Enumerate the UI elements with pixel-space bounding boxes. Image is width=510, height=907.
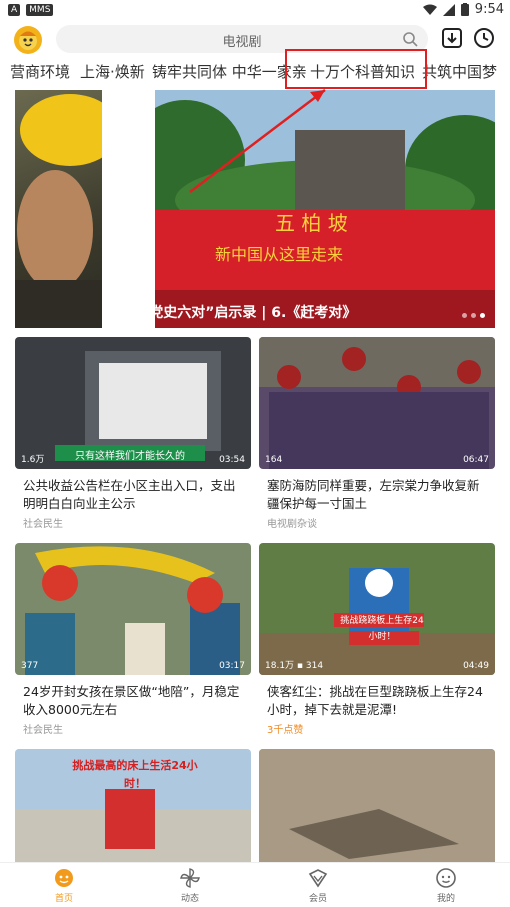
video-card[interactable]: 只有这样我们才能长久的 1.6万 03:54 公共收益公告栏在小区主出入口，支出… — [15, 337, 251, 533]
notification-badge: MMS — [26, 4, 54, 16]
nav-home[interactable]: 首页 — [34, 867, 94, 904]
nav-feed[interactable]: 动态 — [160, 867, 220, 904]
tab-china-dream[interactable]: 共筑中国梦 — [422, 61, 497, 82]
tab-shanghai[interactable]: 上海·焕新 — [80, 61, 145, 82]
video-title[interactable]: 侠客红尘：挑战在巨型跷跷板上生存24小时，掉下去就是泥潭! — [267, 683, 489, 719]
tab-business-environment[interactable]: 营商环境 — [10, 61, 70, 82]
video-thumbnail[interactable]: 挑战最高的床上生活24小时！ — [15, 749, 251, 862]
video-duration: 04:49 — [463, 661, 489, 671]
annotation-arrow — [189, 89, 326, 193]
video-category: 社会民生 — [23, 725, 63, 736]
notification-badge: A — [8, 4, 21, 16]
wifi-icon — [422, 4, 437, 15]
video-duration: 03:17 — [219, 661, 245, 671]
video-category: 电视剧杂谈 — [267, 519, 317, 530]
video-card[interactable]: 377 03:17 24岁开封女孩在景区做“地陪”，月稳定收入8000元左右 社… — [15, 543, 251, 739]
video-title[interactable]: 塞防海防同样重要，左宗棠力争收复新疆保护每一寸国土 — [267, 477, 489, 513]
svg-text:五 柏 坡: 五 柏 坡 — [275, 211, 348, 235]
thumbnail-image — [259, 337, 495, 469]
carousel-dot — [462, 313, 467, 318]
video-card[interactable] — [259, 749, 495, 862]
signal-icon — [442, 3, 455, 16]
video-subtitle: 挑战跷跷板上生存24小时！ — [340, 616, 424, 642]
like-count: 3千点赞 — [267, 725, 304, 736]
banner-caption: “党史六对”启示录 | 6.《赶考对》 — [140, 305, 357, 321]
play-count: 377 — [21, 661, 39, 671]
history-icon[interactable] — [472, 26, 496, 50]
tab-community[interactable]: 铸牢共同体 中华一家亲 — [152, 61, 307, 82]
avatar[interactable] — [14, 26, 42, 54]
svg-text:新中国从这里走来: 新中国从这里走来 — [215, 245, 343, 264]
thumbnail-image — [259, 749, 495, 862]
play-count-value: 18.1万 — [265, 661, 295, 671]
video-title[interactable]: 公共收益公告栏在小区主出入口，支出明明白白向业主公示 — [23, 477, 245, 513]
video-thumbnail[interactable]: 挑战跷跷板上生存24小时！ 18.1万 ▪ 314 04:49 — [259, 543, 495, 675]
video-card[interactable]: 挑战跷跷板上生存24小时！ 18.1万 ▪ 314 04:49 侠客红尘：挑战在… — [259, 543, 495, 739]
clock: 9:54 — [474, 2, 504, 17]
video-thumbnail[interactable]: 只有这样我们才能长久的 1.6万 03:54 — [15, 337, 251, 469]
video-subtitle: 挑战最高的床上生活24小时！ — [72, 759, 198, 790]
search-placeholder: 电视剧 — [222, 35, 262, 50]
video-duration: 03:54 — [219, 455, 245, 465]
play-count: 164 — [265, 455, 283, 465]
download-icon[interactable] — [440, 26, 464, 50]
carousel-dot — [480, 313, 485, 318]
home-face-icon — [55, 869, 73, 887]
comment-count: 314 — [305, 661, 324, 671]
video-category: 社会民生 — [23, 519, 63, 530]
video-thumbnail[interactable] — [259, 749, 495, 862]
carousel-dot — [471, 313, 476, 318]
search-icon[interactable] — [402, 31, 418, 47]
video-card[interactable]: 164 06:47 塞防海防同样重要，左宗棠力争收复新疆保护每一寸国土 电视剧杂… — [259, 337, 495, 533]
helmet-figure-image — [15, 94, 102, 328]
nav-label: 动态 — [180, 894, 199, 904]
video-subtitle: 只有这样我们才能长久的 — [75, 451, 185, 462]
thumbnail-image — [259, 568, 495, 675]
video-title[interactable]: 24岁开封女孩在景区做“地陪”，月稳定收入8000元左右 — [23, 683, 245, 719]
vip-icon — [308, 869, 328, 888]
video-thumbnail[interactable]: 164 06:47 — [259, 337, 495, 469]
nav-vip[interactable]: 会员 — [288, 867, 348, 904]
nav-label: 我的 — [436, 894, 455, 904]
banner-side-image[interactable] — [15, 90, 102, 328]
mascot-face-icon — [19, 31, 37, 50]
thumbnail-image — [25, 546, 240, 675]
profile-icon — [436, 868, 456, 888]
nav-label: 会员 — [308, 894, 327, 904]
carousel-indicator — [462, 313, 485, 318]
nav-label: 首页 — [54, 894, 73, 904]
play-count: 18.1万 ▪ 314 — [265, 661, 324, 671]
pinwheel-icon — [180, 868, 200, 888]
video-thumbnail[interactable]: 377 03:17 — [15, 543, 251, 675]
battery-icon — [460, 3, 469, 16]
play-count: 1.6万 — [21, 455, 45, 465]
top-bar: 电视剧 — [0, 22, 510, 56]
video-card[interactable]: 挑战最高的床上生活24小时！ — [15, 749, 251, 862]
nav-profile[interactable]: 我的 — [416, 867, 476, 904]
status-bar: A MMS 9:54 — [0, 0, 510, 22]
video-duration: 06:47 — [463, 455, 489, 465]
bottom-navigation: 首页 动态 会员 我的 — [0, 862, 510, 907]
